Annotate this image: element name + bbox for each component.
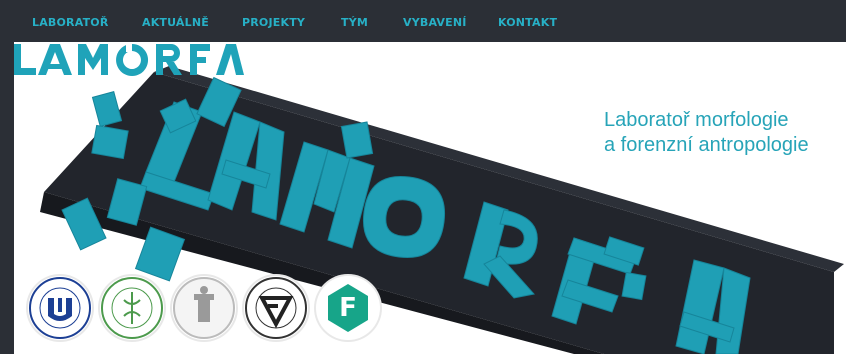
nav-item-tym[interactable]: TÝM xyxy=(341,16,368,29)
nav-item-aktualne[interactable]: AKTUÁLNĚ xyxy=(142,16,209,29)
faculty-seal-logo[interactable] xyxy=(100,276,164,340)
forensic-seal-icon xyxy=(245,277,307,339)
university-seal-icon xyxy=(29,277,91,339)
nav-item-kontakt[interactable]: KONTAKT xyxy=(498,16,557,29)
f-badge-logo[interactable]: F xyxy=(316,276,380,340)
nav-item-vybaveni[interactable]: VYBAVENÍ xyxy=(403,16,467,29)
forensic-seal-logo[interactable] xyxy=(244,276,308,340)
f-badge-letter: F xyxy=(339,293,357,323)
page: LABORATOŘ AKTUÁLNĚ PROJEKTY TÝM VYBAVENÍ… xyxy=(0,0,846,354)
museum-seal-icon xyxy=(173,277,235,339)
tagline-line-1: Laboratoř morfologie xyxy=(604,109,789,131)
nav-item-laborator[interactable]: LABORATOŘ xyxy=(32,16,109,29)
tagline-line-2: a forenzní antropologie xyxy=(604,134,809,156)
lamorfa-logo xyxy=(14,42,244,76)
left-edge-bar xyxy=(0,0,14,354)
faculty-seal-icon xyxy=(101,277,163,339)
museum-seal-logo[interactable] xyxy=(172,276,236,340)
university-seal-logo[interactable] xyxy=(28,276,92,340)
nav-item-projekty[interactable]: PROJEKTY xyxy=(242,16,305,29)
main-navbar: LABORATOŘ AKTUÁLNĚ PROJEKTY TÝM VYBAVENÍ… xyxy=(14,0,846,42)
lab-tagline: Laboratoř morfologie a forenzní antropol… xyxy=(604,108,809,158)
